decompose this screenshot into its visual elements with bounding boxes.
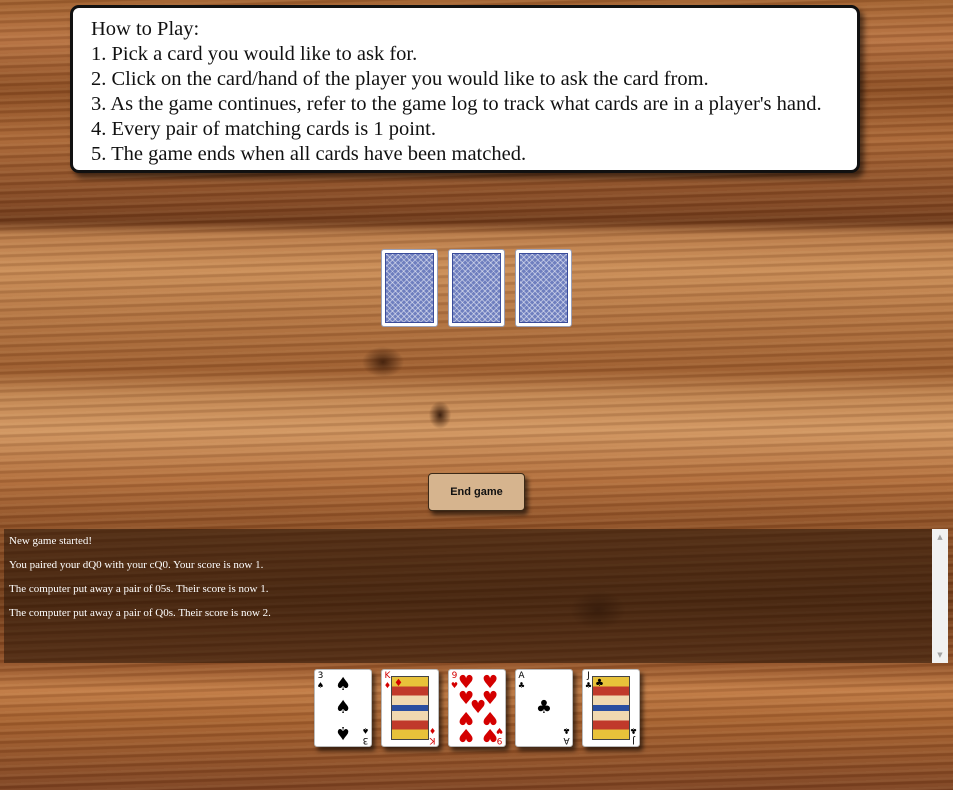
club-icon: ♣ (562, 726, 571, 735)
spade-icon: ♠ (335, 674, 352, 695)
card-rank: K (384, 671, 391, 681)
card-corner: 9 ♥ (495, 726, 504, 745)
opponent-card-back[interactable] (381, 249, 438, 327)
card-rank: A (518, 671, 525, 681)
card-corner: A ♣ (517, 671, 526, 691)
card-rank: J (587, 671, 590, 681)
opponent-hand[interactable] (381, 249, 572, 327)
card-back-pattern (519, 253, 568, 323)
how-to-play-panel: How to Play: 1. Pick a card you would li… (70, 5, 860, 173)
opponent-card-back[interactable] (448, 249, 505, 327)
jack-face-art: ♣ (592, 676, 630, 740)
scroll-up-icon[interactable]: ▲ (932, 529, 948, 545)
player-card-9-hearts[interactable]: 9 ♥ ♥ ♥ ♥ ♥ ♥ ♥ ♥ ♥ ♥ 9 ♥ (448, 669, 506, 747)
card-back-pattern (452, 253, 501, 323)
spade-icon: ♠ (335, 722, 352, 743)
end-game-button[interactable]: End game (428, 473, 525, 511)
club-icon: ♣ (595, 678, 604, 689)
player-card-k-diamonds[interactable]: K ♦ ♦ K ♦ (381, 669, 439, 747)
club-icon: ♣ (517, 681, 526, 690)
game-log-scrollbar[interactable]: ▲ ▼ (932, 529, 948, 663)
club-icon: ♣ (535, 697, 553, 718)
card-rank: A (563, 735, 570, 745)
instruction-step: 2. Click on the card/hand of the player … (91, 68, 709, 90)
spade-icon: ♠ (316, 681, 325, 690)
log-entry: You paired your dQ0 with your cQ0. Your … (9, 559, 264, 571)
instruction-step: 1. Pick a card you would like to ask for… (91, 43, 418, 65)
card-corner: A ♣ (562, 726, 571, 745)
player-hand: 3 ♠ ♠ ♠ ♠ 3 ♠ K ♦ ♦ K ♦ 9 ♥ ♥ ♥ ♥ ♥ ♥ ♥ ♥ ♥ ♥… (314, 669, 640, 747)
card-back-pattern (385, 253, 434, 323)
king-face-art: ♦ (391, 676, 429, 740)
player-card-3-spades[interactable]: 3 ♠ ♠ ♠ ♠ 3 ♠ (314, 669, 372, 747)
scroll-down-icon[interactable]: ▼ (932, 647, 948, 663)
club-icon: ♣ (629, 726, 638, 735)
player-card-j-clubs[interactable]: J ♣ ♣ J ♣ (582, 669, 640, 747)
log-entry: New game started! (9, 535, 93, 547)
heart-icon: ♥ (495, 726, 504, 735)
card-rank: 3 (362, 735, 369, 745)
game-log-lines: New game started! You paired your dQ0 wi… (9, 534, 928, 630)
spade-icon: ♠ (361, 726, 370, 735)
player-card-a-clubs[interactable]: A ♣ ♣ A ♣ (515, 669, 573, 747)
card-corner: 3 ♠ (316, 671, 325, 691)
diamond-icon: ♦ (428, 726, 437, 735)
card-rank: J (632, 735, 635, 745)
instruction-step: 3. As the game continues, refer to the g… (91, 93, 822, 115)
card-corner: K ♦ (428, 726, 437, 745)
card-rank: 9 (496, 735, 503, 745)
spade-icon: ♠ (335, 697, 352, 718)
instruction-step: 4. Every pair of matching cards is 1 poi… (91, 118, 436, 140)
heart-icon: ♥ (458, 724, 475, 745)
instruction-step: 5. The game ends when all cards have bee… (91, 143, 527, 165)
card-corner: 3 ♠ (361, 726, 370, 745)
card-rank: K (429, 735, 436, 745)
card-rank: 3 (317, 671, 324, 681)
card-rank: 9 (451, 671, 458, 681)
card-corner: J ♣ (629, 726, 638, 745)
game-log: New game started! You paired your dQ0 wi… (4, 529, 948, 663)
log-entry: The computer put away a pair of Q0s. The… (9, 607, 271, 619)
opponent-card-back[interactable] (515, 249, 572, 327)
log-entry: The computer put away a pair of 05s. The… (9, 583, 269, 595)
diamond-icon: ♦ (394, 678, 403, 689)
how-to-play-title: How to Play: (91, 18, 200, 40)
